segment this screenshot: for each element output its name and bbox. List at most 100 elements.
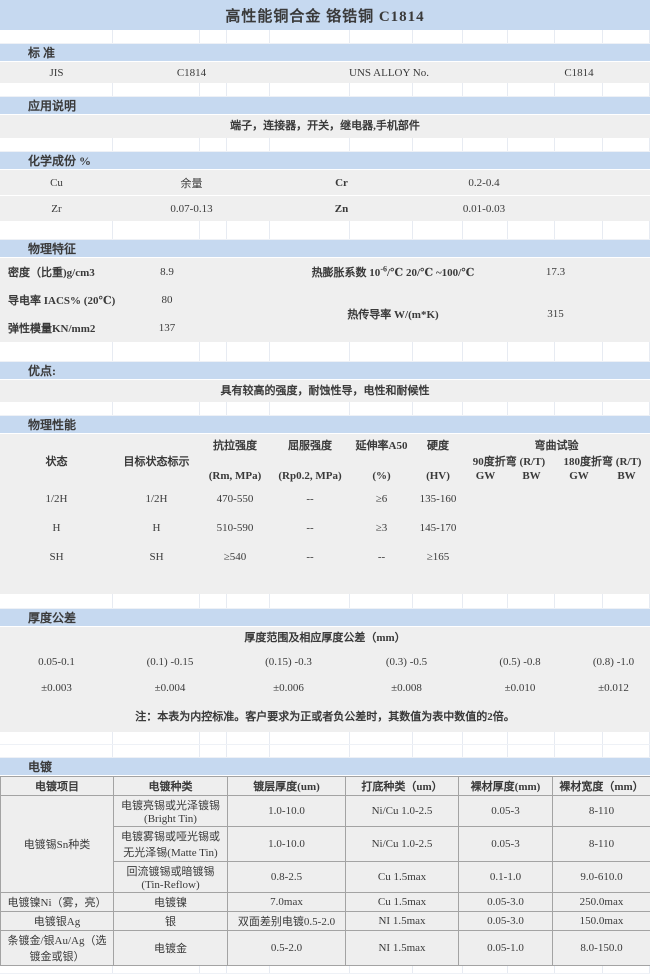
exponent: -6 — [380, 264, 387, 273]
tolerance-cell: ±0.006 — [227, 682, 350, 694]
grid-cell — [508, 221, 555, 239]
property-value: 80 — [137, 294, 197, 306]
grid-cell — [413, 30, 463, 43]
grid-cell — [200, 732, 227, 744]
grid-cell — [270, 732, 350, 744]
col-header-plating-kind: 电镀种类 — [114, 777, 228, 796]
yield-cell: -- — [270, 493, 350, 505]
grid-cell — [200, 83, 227, 96]
plating-item-cell: 电镀镍Ni（雾，亮） — [1, 893, 114, 912]
grid-cell — [227, 745, 270, 757]
grid-cell — [603, 402, 650, 415]
grid-cell — [603, 30, 650, 43]
target-cell: H — [113, 522, 200, 534]
element-symbol: Zn — [270, 203, 413, 215]
layer-thickness-cell: 1.0-10.0 — [228, 827, 346, 862]
grid-cell — [413, 732, 463, 744]
grid-cell — [603, 342, 650, 361]
mechanical-table-padding — [0, 571, 650, 594]
grid-cell — [463, 221, 508, 239]
plating-kind-cell: 电镀雾锡或哑光锡或无光泽锡(Matte Tin) — [114, 827, 228, 862]
layer-thickness-cell: 7.0max — [228, 893, 346, 912]
section-header-mechanical-label: 物理性能 — [28, 418, 76, 432]
grid-cell — [413, 138, 463, 151]
base-width-cell: 8-110 — [553, 827, 650, 862]
element-content: 0.07-0.13 — [113, 203, 270, 215]
grid-cell — [463, 732, 508, 744]
grid-cell — [508, 966, 555, 973]
col-header-gw: GW — [463, 470, 508, 482]
mechanical-row: H H 510-590 -- ≥3 145-170 — [0, 513, 650, 542]
base-thickness-cell: 0.1-1.0 — [459, 862, 553, 893]
grid-cell — [603, 966, 650, 973]
plating-header-row: 电镀项目 电镀种类 镀层厚度(um) 打底种类（um） 裸材厚度(mm) 裸材宽… — [1, 777, 650, 796]
grid-spacer-row — [0, 745, 650, 758]
grid-cell — [350, 745, 413, 757]
property-value: 8.9 — [137, 266, 197, 278]
grid-cell — [555, 83, 603, 96]
label-text: /℃ 20/℃ ~100/℃ — [387, 267, 474, 279]
section-header-thickness: 厚度公差 — [0, 609, 650, 627]
grid-cell — [270, 402, 350, 415]
section-header-standards-label: 标 准 — [28, 46, 55, 60]
physical-left-column: 密度（比重)g/cm3 8.9 导电率 IACS% (20℃) 80 弹性模量K… — [0, 258, 270, 342]
grid-cell — [413, 83, 463, 96]
grid-cell — [508, 594, 555, 608]
state-cell: H — [0, 522, 113, 534]
range-cell: (0.15) -0.3 — [227, 656, 350, 668]
layer-thickness-cell: 0.8-2.5 — [228, 862, 346, 893]
target-cell: 1/2H — [113, 493, 200, 505]
grid-cell — [0, 342, 113, 361]
grid-spacer-row — [0, 732, 650, 745]
property-row: 导电率 IACS% (20℃) 80 — [0, 286, 270, 314]
grid-cell — [113, 83, 200, 96]
base-thickness-cell: 0.05-3.0 — [459, 912, 553, 931]
col-header-yield: 屈服强度 — [270, 437, 350, 453]
tensile-cell: 510-590 — [200, 522, 270, 534]
grid-spacer-row — [0, 342, 650, 362]
base-thickness-cell: 0.05-3 — [459, 827, 553, 862]
section-header-application: 应用说明 — [0, 97, 650, 115]
range-cell: (0.3) -0.5 — [350, 656, 463, 668]
section-header-plating-label: 电镀 — [28, 760, 52, 774]
property-label: 密度（比重)g/cm3 — [0, 264, 137, 280]
standards-jis-label: JIS — [0, 67, 113, 79]
grid-cell — [463, 83, 508, 96]
plating-kind-cell: 电镀亮锡或光泽镀锡 (Bright Tin) — [114, 796, 228, 827]
application-content: 端子，连接器，开关，继电器,手机部件 — [0, 115, 650, 138]
col-header-hardness: 硬度 — [413, 437, 463, 453]
elongation-cell: ≥3 — [350, 522, 413, 534]
col-header-bw: BW — [508, 470, 555, 482]
grid-cell — [113, 966, 200, 973]
grid-cell — [113, 30, 200, 43]
grid-cell — [603, 594, 650, 608]
range-cell: (0.8) -1.0 — [577, 656, 650, 668]
grid-cell — [508, 402, 555, 415]
base-thickness-cell: 0.05-3.0 — [459, 893, 553, 912]
col-header-plating-item: 电镀项目 — [1, 777, 114, 796]
yield-cell: -- — [270, 551, 350, 563]
underplate-cell: NI 1.5max — [346, 912, 459, 931]
grid-cell — [350, 342, 413, 361]
grid-cell — [227, 221, 270, 239]
section-header-mechanical: 物理性能 — [0, 416, 650, 434]
grid-cell — [270, 30, 350, 43]
grid-cell — [227, 732, 270, 744]
advantages-content: 具有较高的强度，耐蚀性导，电性和耐候性 — [0, 380, 650, 402]
property-label: 导电率 IACS% (20℃) — [0, 292, 137, 308]
plating-table: 电镀项目 电镀种类 镀层厚度(um) 打底种类（um） 裸材厚度(mm) 裸材宽… — [0, 776, 650, 966]
mechanical-row: 1/2H 1/2H 470-550 -- ≥6 135-160 — [0, 484, 650, 513]
grid-cell — [508, 342, 555, 361]
layer-thickness-cell: 0.5-2.0 — [228, 931, 346, 966]
grid-cell — [200, 402, 227, 415]
tensile-cell: ≥540 — [200, 551, 270, 563]
grid-cell — [508, 745, 555, 757]
grid-cell — [413, 594, 463, 608]
base-width-cell: 150.0max — [553, 912, 650, 931]
grid-cell — [200, 221, 227, 239]
page-title: 高性能铜合金 铬锆铜 C1814 — [0, 0, 650, 30]
property-value: 17.3 — [508, 266, 603, 278]
datasheet-page: 高性能铜合金 铬锆铜 C1814 标 准 JIS C1814 UNS ALLOY… — [0, 0, 650, 974]
grid-spacer-row — [0, 966, 650, 974]
grid-cell — [508, 138, 555, 151]
